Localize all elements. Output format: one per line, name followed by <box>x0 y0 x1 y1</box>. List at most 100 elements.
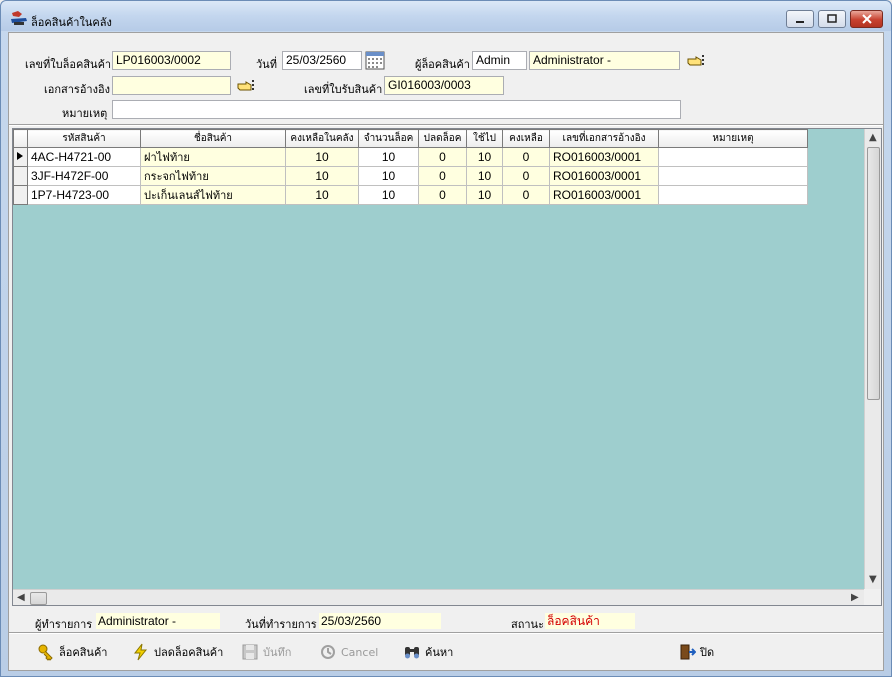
col-header-unlock[interactable]: ปลดล็อค <box>418 129 467 148</box>
operator-label: ผู้ทำรายการ <box>35 618 93 631</box>
cell-stock[interactable]: 10 <box>285 185 359 205</box>
cell-remain[interactable]: 0 <box>502 166 550 186</box>
vertical-scroll-thumb[interactable] <box>867 147 880 400</box>
minimize-button[interactable] <box>786 10 814 28</box>
divider <box>9 124 883 126</box>
op-date-value: 25/03/2560 <box>319 613 441 629</box>
col-header-code[interactable]: รหัสสินค้า <box>27 129 141 148</box>
lock-button-label: ล็อคสินค้า <box>59 646 108 659</box>
maximize-button[interactable] <box>818 10 846 28</box>
ref-doc-field[interactable] <box>112 76 231 95</box>
cancel-button-label: Cancel <box>341 645 379 659</box>
app-logo-icon <box>11 11 27 25</box>
cell-unlock[interactable]: 0 <box>418 166 467 186</box>
items-grid[interactable]: รหัสสินค้า ชื่อสินค้า คงเหลือในคลัง จำนว… <box>12 128 882 606</box>
row-selector[interactable] <box>13 147 28 167</box>
binoculars-icon <box>405 647 419 659</box>
cell-lock-qty[interactable]: 10 <box>358 185 419 205</box>
cell-unlock[interactable]: 0 <box>418 185 467 205</box>
cell-note[interactable] <box>658 185 808 205</box>
cell-remain[interactable]: 0 <box>502 147 550 167</box>
cell-ref-doc[interactable]: RO016003/0001 <box>549 185 659 205</box>
close-button[interactable]: ปิด <box>678 641 714 663</box>
cell-name[interactable]: ปะเก็นเลนส์ไฟท้าย <box>140 185 286 205</box>
cell-code[interactable]: 1P7-H4723-00 <box>27 185 141 205</box>
cancel-button[interactable]: Cancel <box>319 641 378 663</box>
col-header-note[interactable]: หมายเหตุ <box>658 129 808 148</box>
locker-name-field: Administrator - <box>529 51 680 70</box>
floppy-disk-icon <box>242 644 258 660</box>
col-header-remain[interactable]: คงเหลือ <box>502 129 550 148</box>
cell-code[interactable]: 3JF-H472F-00 <box>27 166 141 186</box>
cell-ref-doc[interactable]: RO016003/0001 <box>549 166 659 186</box>
cell-note[interactable] <box>658 147 808 167</box>
state-label: สถานะ <box>511 618 544 631</box>
cell-note[interactable] <box>658 166 808 186</box>
current-row-arrow-icon <box>17 151 23 160</box>
search-button-label: ค้นหา <box>425 646 454 659</box>
col-header-lock-qty[interactable]: จำนวนล็อค <box>358 129 419 148</box>
receipt-no-field: GI016003/0003 <box>384 76 504 95</box>
cell-lock-qty[interactable]: 10 <box>358 147 419 167</box>
horizontal-scrollbar[interactable]: ◀ ▶ <box>13 589 864 605</box>
save-button[interactable]: บันทึก <box>241 641 291 663</box>
items-table: รหัสสินค้า ชื่อสินค้า คงเหลือในคลัง จำนว… <box>13 129 808 205</box>
close-button-label: ปิด <box>700 646 715 659</box>
date-field[interactable]: 25/03/2560 <box>282 51 362 70</box>
window-title: ล็อคสินค้าในคลัง <box>31 16 112 29</box>
row-selector[interactable] <box>13 185 28 205</box>
pointing-hand-lookup-icon[interactable] <box>237 79 255 93</box>
scroll-right-icon[interactable]: ▶ <box>851 592 859 604</box>
restore-icon <box>827 14 837 23</box>
close-icon <box>861 14 872 24</box>
grid-header-row: รหัสสินค้า ชื่อสินค้า คงเหลือในคลัง จำนว… <box>13 129 808 148</box>
locker-code-field[interactable]: Admin <box>472 51 527 70</box>
row-selector[interactable] <box>13 166 28 186</box>
cell-lock-qty[interactable]: 10 <box>358 166 419 186</box>
scroll-down-icon[interactable]: ▼ <box>869 574 877 586</box>
op-date-label: วันที่ทำรายการ <box>245 618 317 631</box>
note-field[interactable] <box>112 100 681 119</box>
cell-unlock[interactable]: 0 <box>418 147 467 167</box>
cell-used[interactable]: 10 <box>466 147 503 167</box>
cell-used[interactable]: 10 <box>466 166 503 186</box>
operator-value: Administrator - <box>96 613 220 629</box>
col-header-name[interactable]: ชื่อสินค้า <box>140 129 286 148</box>
lock-no-field[interactable]: LP016003/0002 <box>112 51 231 70</box>
search-button[interactable]: ค้นหา <box>403 641 453 663</box>
cell-stock[interactable]: 10 <box>285 166 359 186</box>
cell-used[interactable]: 10 <box>466 185 503 205</box>
lock-no-label: เลขที่ใบล็อคสินค้า <box>25 58 112 71</box>
col-header-used[interactable]: ใช้ไป <box>466 129 503 148</box>
unlock-button[interactable]: ปลดล็อคสินค้า <box>132 641 223 663</box>
scroll-left-icon[interactable]: ◀ <box>17 592 25 604</box>
close-window-button[interactable] <box>850 10 883 28</box>
cell-ref-doc[interactable]: RO016003/0001 <box>549 147 659 167</box>
table-row[interactable]: 4AC-H4721-00 ฝาไฟท้าย 10 10 0 10 0 RO016… <box>13 147 808 167</box>
col-header-stock[interactable]: คงเหลือในคลัง <box>285 129 359 148</box>
pointing-hand-lookup-icon[interactable] <box>687 54 705 68</box>
app-window: ล็อคสินค้าในคลัง เลขที่ใบล็อคสินค้า LP01… <box>0 0 892 677</box>
lock-button[interactable]: ล็อคสินค้า <box>37 641 107 663</box>
cell-name[interactable]: กระจกไฟท้าย <box>140 166 286 186</box>
horizontal-scroll-thumb[interactable] <box>30 592 47 605</box>
form-client-area: เลขที่ใบล็อคสินค้า LP016003/0002 วันที่ … <box>8 32 884 671</box>
cell-stock[interactable]: 10 <box>285 147 359 167</box>
scroll-up-icon[interactable]: ▲ <box>869 132 877 144</box>
calendar-icon[interactable] <box>365 51 385 70</box>
title-bar[interactable]: ล็อคสินค้าในคลัง <box>1 1 891 31</box>
cell-name[interactable]: ฝาไฟท้าย <box>140 147 286 167</box>
divider <box>9 632 883 634</box>
col-header-ref-doc[interactable]: เลขที่เอกสารอ้างอิง <box>549 129 659 148</box>
cancel-undo-icon <box>321 645 335 659</box>
cell-remain[interactable]: 0 <box>502 185 550 205</box>
table-row[interactable]: 1P7-H4723-00 ปะเก็นเลนส์ไฟท้าย 10 10 0 1… <box>13 185 808 205</box>
table-row[interactable]: 3JF-H472F-00 กระจกไฟท้าย 10 10 0 10 0 RO… <box>13 166 808 186</box>
unlock-button-label: ปลดล็อคสินค้า <box>154 646 224 659</box>
locker-label: ผู้ล็อคสินค้า <box>415 58 470 71</box>
exit-door-icon <box>680 644 696 660</box>
note-label: หมายเหตุ <box>62 107 108 120</box>
vertical-scrollbar[interactable]: ▲ ▼ <box>864 129 881 589</box>
key-icon <box>38 644 53 661</box>
cell-code[interactable]: 4AC-H4721-00 <box>27 147 141 167</box>
